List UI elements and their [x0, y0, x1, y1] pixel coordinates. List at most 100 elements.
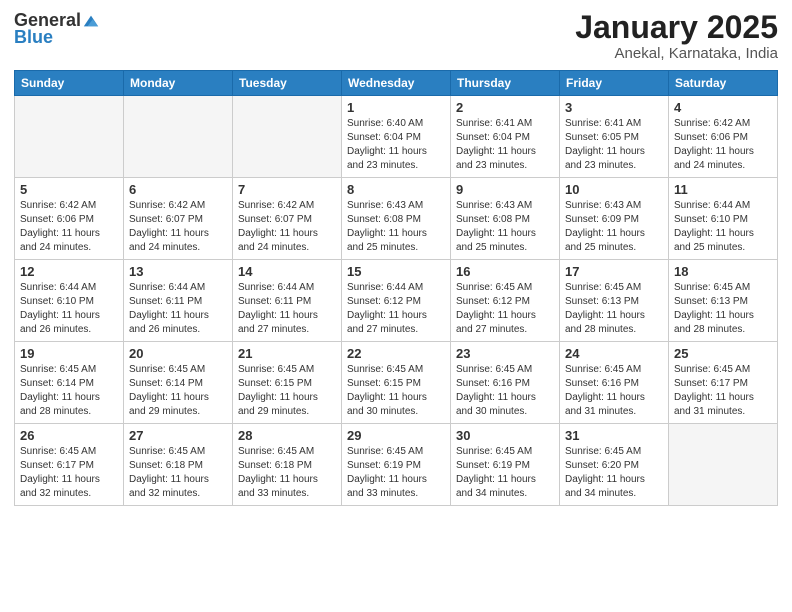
calendar-title: January 2025	[575, 10, 778, 45]
day-number: 1	[347, 100, 445, 115]
day-info: Sunrise: 6:45 AM Sunset: 6:18 PM Dayligh…	[129, 445, 227, 501]
day-number: 20	[129, 346, 227, 361]
day-cell: 6Sunrise: 6:42 AM Sunset: 6:07 PM Daylig…	[124, 178, 233, 260]
day-cell: 22 Sunrise: 6:45 AM Sunset: 6:15 PM Dayli…	[342, 342, 451, 424]
day-info: Sunrise: 6:45 AM Sunset: 6:16 PM Dayligh…	[456, 363, 554, 419]
day-header-saturday: Saturday	[669, 71, 778, 96]
day-number: 21	[238, 346, 336, 361]
day-cell: 11 Sunrise: 6:44 AM Sunset: 6:10 PM Dayli…	[669, 178, 778, 260]
day-info: Sunrise: 6:44 AM Sunset: 6:11 PM Dayligh…	[129, 281, 227, 337]
day-info: Sunrise: 6:45 AM Sunset: 6:17 PM Dayligh…	[20, 445, 118, 501]
day-cell: 1 Sunrise: 6:40 AM Sunset: 6:04 PM Daylig…	[342, 96, 451, 178]
day-number: 9	[456, 182, 554, 197]
day-info: Sunrise: 6:45 AM Sunset: 6:19 PM Dayligh…	[347, 445, 445, 501]
day-number: 24	[565, 346, 663, 361]
day-info: Sunrise: 6:45 AM Sunset: 6:17 PM Dayligh…	[674, 363, 772, 419]
day-info: Sunrise: 6:45 AM Sunset: 6:16 PM Dayligh…	[565, 363, 663, 419]
day-number: 3	[565, 100, 663, 115]
day-cell: 26 Sunrise: 6:45 AM Sunset: 6:17 PM Dayli…	[15, 424, 124, 506]
day-cell: 19 Sunrise: 6:45 AM Sunset: 6:14 PM Dayli…	[15, 342, 124, 424]
day-number: 12	[20, 264, 118, 279]
day-info: Sunrise: 6:45 AM Sunset: 6:15 PM Dayligh…	[347, 363, 445, 419]
day-cell: 27 Sunrise: 6:45 AM Sunset: 6:18 PM Dayli…	[124, 424, 233, 506]
day-info: Sunrise: 6:41 AM Sunset: 6:05 PM Dayligh…	[565, 117, 663, 173]
day-number: 19	[20, 346, 118, 361]
day-number: 11	[674, 182, 772, 197]
day-number: 18	[674, 264, 772, 279]
day-info: Sunrise: 6:43 AM Sunset: 6:08 PM Dayligh…	[456, 199, 554, 255]
day-number: 10	[565, 182, 663, 197]
day-info: Sunrise: 6:45 AM Sunset: 6:14 PM Dayligh…	[129, 363, 227, 419]
day-number: 26	[20, 428, 118, 443]
day-header-tuesday: Tuesday	[233, 71, 342, 96]
day-number: 22	[347, 346, 445, 361]
day-number: 4	[674, 100, 772, 115]
day-cell	[15, 96, 124, 178]
day-cell: 17 Sunrise: 6:45 AM Sunset: 6:13 PM Dayli…	[560, 260, 669, 342]
calendar-subtitle: Anekal, Karnataka, India	[575, 45, 778, 62]
day-header-friday: Friday	[560, 71, 669, 96]
day-cell: 20 Sunrise: 6:45 AM Sunset: 6:14 PM Dayli…	[124, 342, 233, 424]
day-cell	[124, 96, 233, 178]
day-number: 15	[347, 264, 445, 279]
day-cell: 9 Sunrise: 6:43 AM Sunset: 6:08 PM Daylig…	[451, 178, 560, 260]
title-block: January 2025 Anekal, Karnataka, India	[575, 10, 778, 62]
day-info: Sunrise: 6:45 AM Sunset: 6:14 PM Dayligh…	[20, 363, 118, 419]
day-number: 14	[238, 264, 336, 279]
day-cell: 7Sunrise: 6:42 AM Sunset: 6:07 PM Daylig…	[233, 178, 342, 260]
day-cell: 24 Sunrise: 6:45 AM Sunset: 6:16 PM Dayli…	[560, 342, 669, 424]
day-cell: 5 Sunrise: 6:42 AM Sunset: 6:06 PM Daylig…	[15, 178, 124, 260]
day-info: Sunrise: 6:43 AM Sunset: 6:09 PM Dayligh…	[565, 199, 663, 255]
day-cell: 2Sunrise: 6:41 AM Sunset: 6:04 PM Daylig…	[451, 96, 560, 178]
day-number: 17	[565, 264, 663, 279]
calendar-table: SundayMondayTuesdayWednesdayThursdayFrid…	[14, 70, 778, 506]
day-header-thursday: Thursday	[451, 71, 560, 96]
logo-blue-text: Blue	[14, 27, 53, 48]
day-info: Sunrise: 6:42 AM Sunset: 6:06 PM Dayligh…	[20, 199, 118, 255]
week-row-3: 12Sunrise: 6:44 AM Sunset: 6:10 PM Dayli…	[15, 260, 778, 342]
day-cell: 16Sunrise: 6:45 AM Sunset: 6:12 PM Dayli…	[451, 260, 560, 342]
day-cell: 21 Sunrise: 6:45 AM Sunset: 6:15 PM Dayli…	[233, 342, 342, 424]
day-cell: 8Sunrise: 6:43 AM Sunset: 6:08 PM Daylig…	[342, 178, 451, 260]
day-cell: 28 Sunrise: 6:45 AM Sunset: 6:18 PM Dayli…	[233, 424, 342, 506]
day-info: Sunrise: 6:40 AM Sunset: 6:04 PM Dayligh…	[347, 117, 445, 173]
day-number: 7	[238, 182, 336, 197]
logo-icon	[82, 12, 100, 30]
day-cell: 30Sunrise: 6:45 AM Sunset: 6:19 PM Dayli…	[451, 424, 560, 506]
day-info: Sunrise: 6:45 AM Sunset: 6:15 PM Dayligh…	[238, 363, 336, 419]
day-cell: 3 Sunrise: 6:41 AM Sunset: 6:05 PM Daylig…	[560, 96, 669, 178]
day-info: Sunrise: 6:44 AM Sunset: 6:11 PM Dayligh…	[238, 281, 336, 337]
day-number: 13	[129, 264, 227, 279]
day-cell: 10 Sunrise: 6:43 AM Sunset: 6:09 PM Dayli…	[560, 178, 669, 260]
day-number: 28	[238, 428, 336, 443]
day-number: 16	[456, 264, 554, 279]
day-number: 23	[456, 346, 554, 361]
day-info: Sunrise: 6:45 AM Sunset: 6:20 PM Dayligh…	[565, 445, 663, 501]
day-number: 8	[347, 182, 445, 197]
day-number: 27	[129, 428, 227, 443]
day-cell: 31 Sunrise: 6:45 AM Sunset: 6:20 PM Dayli…	[560, 424, 669, 506]
day-number: 31	[565, 428, 663, 443]
day-info: Sunrise: 6:42 AM Sunset: 6:07 PM Dayligh…	[129, 199, 227, 255]
day-info: Sunrise: 6:42 AM Sunset: 6:06 PM Dayligh…	[674, 117, 772, 173]
page: General Blue January 2025 Anekal, Karnat…	[0, 0, 792, 612]
day-info: Sunrise: 6:45 AM Sunset: 6:18 PM Dayligh…	[238, 445, 336, 501]
day-cell: 14 Sunrise: 6:44 AM Sunset: 6:11 PM Dayli…	[233, 260, 342, 342]
day-info: Sunrise: 6:45 AM Sunset: 6:13 PM Dayligh…	[674, 281, 772, 337]
week-row-4: 19 Sunrise: 6:45 AM Sunset: 6:14 PM Dayli…	[15, 342, 778, 424]
day-info: Sunrise: 6:41 AM Sunset: 6:04 PM Dayligh…	[456, 117, 554, 173]
day-cell: 15 Sunrise: 6:44 AM Sunset: 6:12 PM Dayli…	[342, 260, 451, 342]
day-info: Sunrise: 6:44 AM Sunset: 6:12 PM Dayligh…	[347, 281, 445, 337]
day-header-monday: Monday	[124, 71, 233, 96]
day-info: Sunrise: 6:45 AM Sunset: 6:13 PM Dayligh…	[565, 281, 663, 337]
week-row-5: 26 Sunrise: 6:45 AM Sunset: 6:17 PM Dayli…	[15, 424, 778, 506]
day-cell	[233, 96, 342, 178]
day-cell: 13 Sunrise: 6:44 AM Sunset: 6:11 PM Dayli…	[124, 260, 233, 342]
logo: General Blue	[14, 10, 100, 48]
day-number: 29	[347, 428, 445, 443]
day-cell: 12Sunrise: 6:44 AM Sunset: 6:10 PM Dayli…	[15, 260, 124, 342]
day-info: Sunrise: 6:44 AM Sunset: 6:10 PM Dayligh…	[674, 199, 772, 255]
week-row-2: 5 Sunrise: 6:42 AM Sunset: 6:06 PM Daylig…	[15, 178, 778, 260]
day-number: 5	[20, 182, 118, 197]
day-cell: 4 Sunrise: 6:42 AM Sunset: 6:06 PM Daylig…	[669, 96, 778, 178]
